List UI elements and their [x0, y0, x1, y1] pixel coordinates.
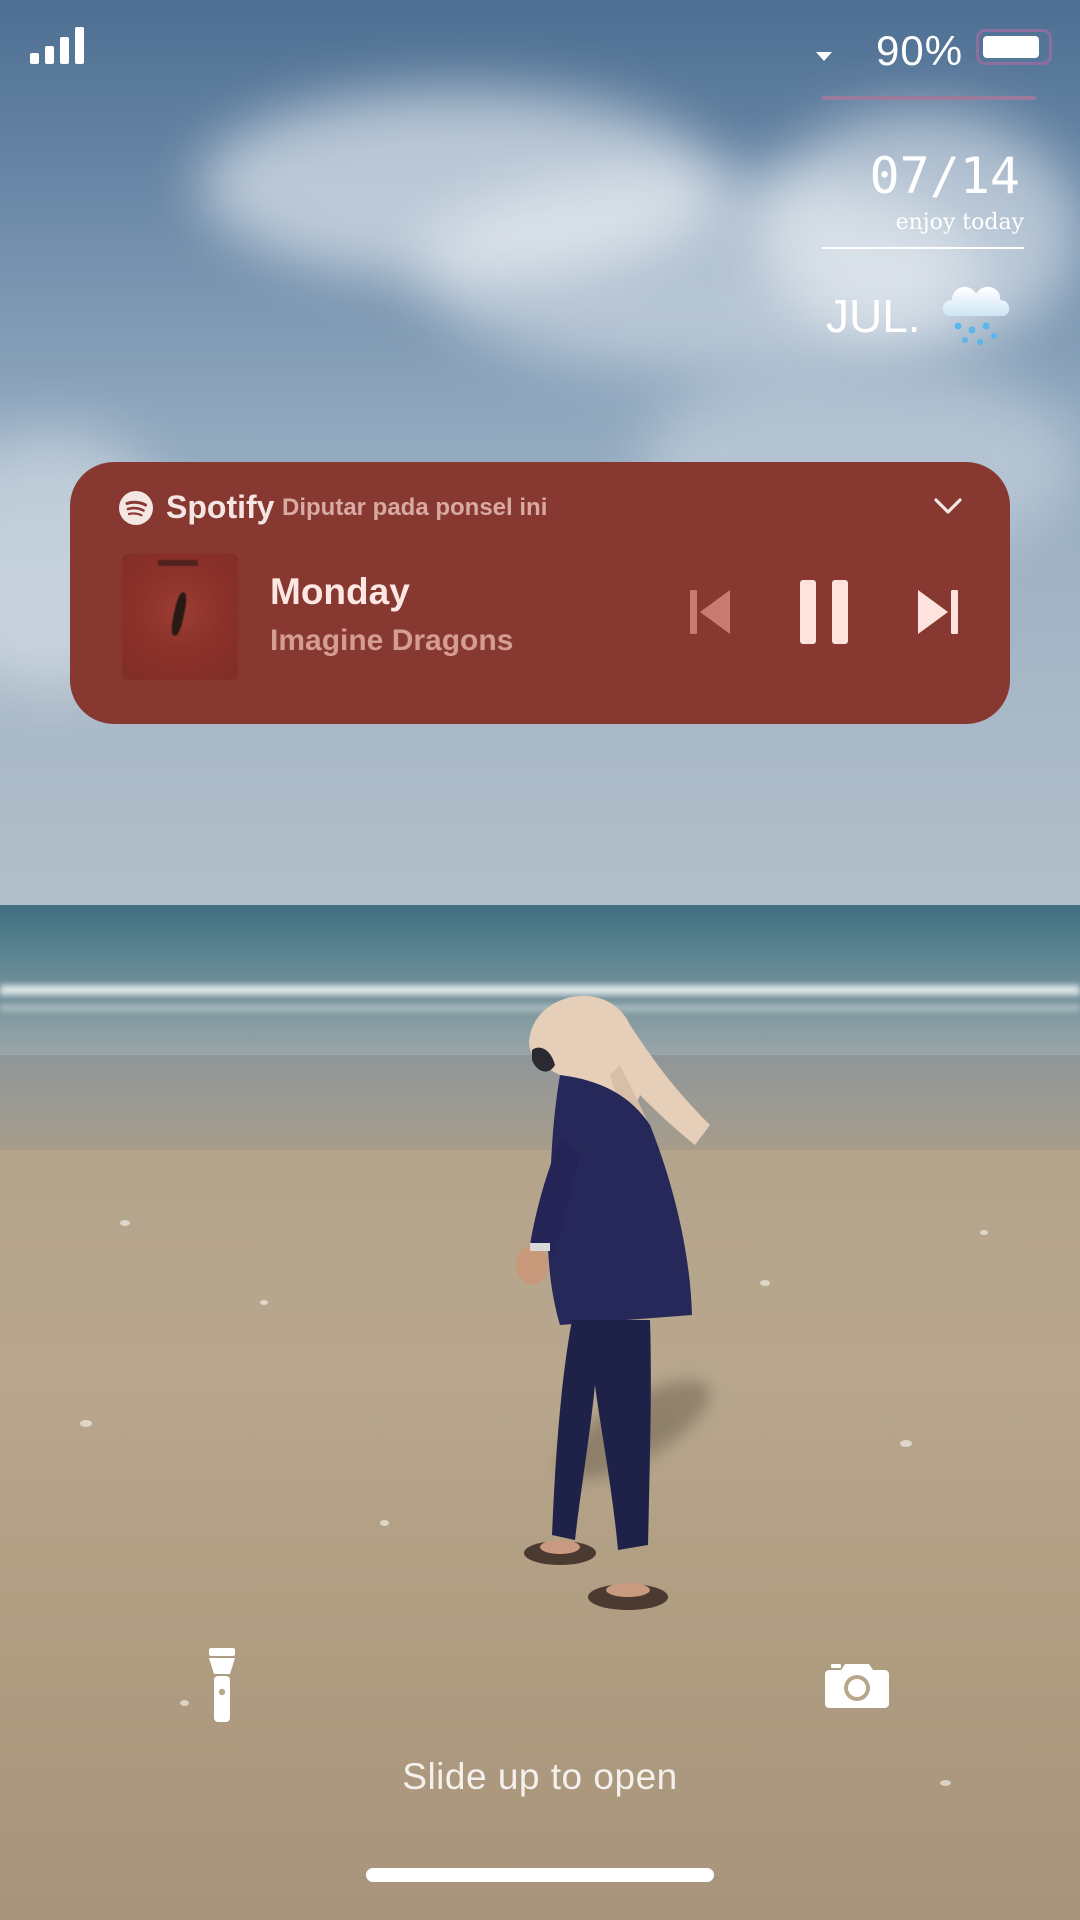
spotify-icon — [119, 491, 153, 525]
date-tagline: enjoy today — [895, 210, 1024, 235]
album-art-figure — [169, 591, 189, 637]
shell — [120, 1220, 130, 1226]
person-figure — [516, 995, 710, 1610]
shell — [900, 1440, 912, 1447]
next-track-button[interactable] — [914, 580, 962, 644]
date-text: 07/14 — [869, 147, 1020, 205]
status-accent-line — [822, 96, 1036, 100]
shell — [760, 1280, 770, 1286]
track-title: Monday — [270, 571, 410, 612]
skip-previous-icon — [690, 590, 730, 634]
chevron-down-icon[interactable] — [932, 494, 964, 518]
media-player-card[interactable]: Spotify Diputar pada ponsel ini Monday I… — [70, 462, 1010, 724]
album-art-title — [158, 560, 198, 566]
battery-percentage: 90% — [876, 27, 964, 74]
shell — [180, 1700, 189, 1706]
month-text: JUL. — [826, 290, 921, 342]
home-indicator[interactable] — [366, 1868, 714, 1882]
flashlight-icon[interactable] — [206, 1648, 238, 1722]
battery-level-fill — [983, 36, 1039, 58]
cellular-signal-icon — [30, 27, 84, 64]
previous-track-button[interactable] — [686, 580, 734, 644]
camera-icon[interactable] — [825, 1660, 889, 1708]
media-playback-status: Diputar pada ponsel ini — [282, 494, 548, 521]
rain-cloud-icon — [942, 286, 1010, 345]
unlock-hint: Slide up to open — [402, 1756, 678, 1797]
album-art[interactable] — [122, 554, 238, 680]
wifi-icon — [816, 52, 832, 61]
date-divider — [822, 247, 1024, 249]
wallpaper — [0, 0, 1080, 1920]
media-app-name: Spotify — [166, 489, 275, 525]
battery-icon — [976, 29, 1052, 65]
pause-button[interactable] — [794, 580, 854, 644]
shell — [260, 1300, 268, 1305]
shell — [980, 1230, 988, 1235]
shell — [80, 1420, 92, 1427]
shell — [380, 1520, 389, 1526]
pause-icon — [800, 580, 848, 644]
skip-next-icon — [918, 590, 958, 634]
track-artist: Imagine Dragons — [270, 624, 514, 657]
